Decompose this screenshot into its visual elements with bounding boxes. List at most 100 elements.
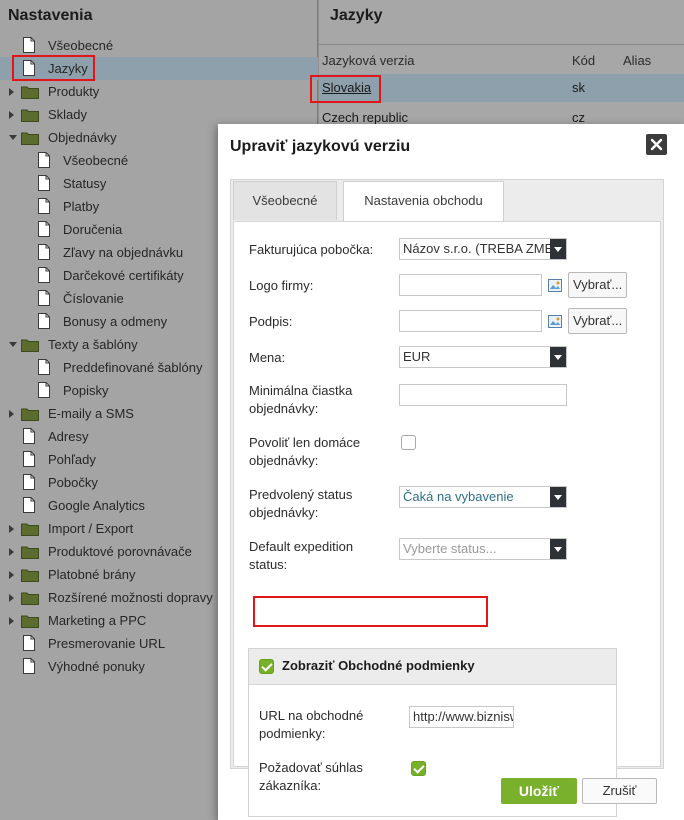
- collapse-arrow-icon[interactable]: [9, 410, 14, 418]
- dialog-title: Upraviť jazykovú verziu: [230, 138, 411, 155]
- document-icon: [23, 658, 35, 674]
- expedition-label-line2: status:: [249, 557, 288, 572]
- collapse-arrow-icon[interactable]: [9, 571, 14, 579]
- save-button[interactable]: Uložiť: [501, 778, 577, 804]
- languages-title: Jazyky: [330, 7, 383, 24]
- header-divider: [319, 44, 684, 45]
- sidebar-item-label: Produktové porovnávače: [48, 544, 192, 559]
- sidebar-item-label: Rozšírené možnosti dopravy: [48, 590, 213, 605]
- chevron-down-icon: [550, 539, 566, 559]
- highlight-jazyky: [12, 55, 95, 81]
- default-status-select[interactable]: Čaká na vybavenie: [399, 486, 567, 508]
- sidebar-item-label: Všeobecné: [48, 38, 114, 53]
- sidebar-item-label: Marketing a PPC: [48, 613, 147, 628]
- currency-select[interactable]: EUR: [399, 346, 567, 368]
- document-icon: [23, 451, 35, 467]
- signature-choose-button[interactable]: Vybrať...: [568, 308, 628, 334]
- folder-icon: [21, 523, 39, 536]
- expedition-placeholder: Vyberte status...: [403, 541, 497, 556]
- image-icon[interactable]: [548, 279, 562, 292]
- document-icon: [38, 221, 50, 237]
- collapse-arrow-icon[interactable]: [9, 617, 14, 625]
- logo-choose-button[interactable]: Vybrať...: [568, 272, 628, 298]
- status-value: Čaká na vybavenie: [403, 489, 514, 504]
- image-icon[interactable]: [548, 315, 562, 328]
- sidebar-item-label: Produkty: [48, 84, 100, 99]
- expedition-status-select[interactable]: Vyberte status...: [399, 538, 567, 560]
- logo-input[interactable]: [399, 274, 542, 296]
- expand-arrow-icon[interactable]: [9, 135, 17, 140]
- chevron-down-icon: [550, 487, 566, 507]
- default-status-label: Predvolený status objednávky:: [249, 486, 352, 522]
- sidebar-item-label: Zľavy na objednávku: [63, 245, 184, 260]
- sidebar-item-label: Všeobecné: [63, 153, 129, 168]
- column-header-language[interactable]: Jazyková verzia: [322, 53, 414, 68]
- document-icon: [23, 428, 35, 444]
- sidebar-item-label: Výhodné ponuky: [48, 659, 145, 674]
- require-consent-checkbox[interactable]: [411, 761, 426, 776]
- collapse-arrow-icon[interactable]: [9, 525, 14, 533]
- document-icon: [38, 313, 50, 329]
- chevron-down-icon: [550, 239, 566, 259]
- collapse-arrow-icon[interactable]: [9, 88, 14, 96]
- document-icon: [38, 244, 50, 260]
- sidebar-item-label: Darčekové certifikáty: [63, 268, 184, 283]
- show-terms-checkbox[interactable]: [259, 659, 274, 674]
- consent-label-line1: Požadovať súhlas: [259, 760, 363, 775]
- currency-label: Mena:: [249, 350, 286, 365]
- document-icon: [38, 382, 50, 398]
- collapse-arrow-icon[interactable]: [9, 111, 14, 119]
- sidebar-item-label: Pohľady: [48, 452, 96, 467]
- folder-icon: [21, 339, 39, 352]
- domestic-label-line1: Povoliť len domáce: [249, 435, 361, 450]
- collapse-arrow-icon[interactable]: [9, 548, 14, 556]
- close-button[interactable]: [646, 134, 667, 155]
- domestic-label-line2: objednávky:: [249, 453, 319, 468]
- sidebar-item-label: Sklady: [48, 107, 88, 122]
- terms-url-label: URL na obchodné podmienky:: [259, 707, 363, 743]
- sidebar-item-label: Popisky: [63, 383, 109, 398]
- sidebar-item-label: Platobné brány: [48, 567, 136, 582]
- document-icon: [23, 497, 35, 513]
- document-icon: [23, 37, 35, 53]
- branch-label: Fakturujúca pobočka:: [249, 242, 374, 257]
- folder-icon: [21, 408, 39, 421]
- tab-shop-settings[interactable]: Nastavenia obchodu: [343, 181, 504, 222]
- domestic-only-checkbox[interactable]: [401, 435, 416, 450]
- terms-url-label-line2: podmienky:: [259, 726, 326, 741]
- expand-arrow-icon[interactable]: [9, 342, 17, 347]
- close-icon: [650, 138, 663, 151]
- min-amount-input[interactable]: [399, 384, 567, 406]
- sidebar-item[interactable]: Sklady: [0, 103, 318, 126]
- column-header-code[interactable]: Kód: [572, 53, 595, 68]
- expedition-status-label: Default expedition status:: [249, 538, 353, 574]
- document-icon: [38, 267, 50, 283]
- status-label-line1: Predvolený status: [249, 487, 353, 502]
- language-code: sk: [572, 80, 585, 95]
- currency-value: EUR: [403, 349, 431, 364]
- tab-general[interactable]: Všeobecné: [233, 181, 337, 220]
- sidebar-item-label: Bonusy a odmeny: [63, 314, 168, 329]
- signature-input[interactable]: [399, 310, 542, 332]
- sidebar-title: Nastavenia: [8, 7, 93, 24]
- min-amount-label-line2: objednávky:: [249, 401, 319, 416]
- column-header-alias[interactable]: Alias: [623, 53, 651, 68]
- edit-language-dialog: Upraviť jazykovú verziu Všeobecné Nastav…: [218, 124, 684, 820]
- cancel-button[interactable]: Zrušiť: [582, 778, 657, 804]
- terms-url-input[interactable]: http://www.biznisweb.sk: [409, 706, 514, 728]
- highlight-show-terms: [253, 596, 488, 627]
- folder-icon: [21, 615, 39, 628]
- folder-icon: [21, 109, 39, 122]
- sidebar-item-label: Texty a šablóny: [48, 337, 138, 352]
- terms-section-header: Zobraziť Obchodné podmienky: [249, 649, 616, 685]
- sidebar-item-label: Objednávky: [48, 130, 117, 145]
- sidebar-item[interactable]: Produkty: [0, 80, 318, 103]
- sidebar-item[interactable]: Všeobecné: [0, 34, 318, 57]
- min-amount-label: Minimálna čiastka objednávky:: [249, 382, 352, 418]
- signature-label: Podpis:: [249, 314, 293, 329]
- folder-icon: [21, 86, 39, 99]
- branch-select[interactable]: Názov s.r.o. (TREBA ZMENIŤ): [399, 238, 567, 260]
- collapse-arrow-icon[interactable]: [9, 594, 14, 602]
- sidebar-item-label: Import / Export: [48, 521, 134, 536]
- show-terms-label[interactable]: Zobraziť Obchodné podmienky: [282, 658, 475, 673]
